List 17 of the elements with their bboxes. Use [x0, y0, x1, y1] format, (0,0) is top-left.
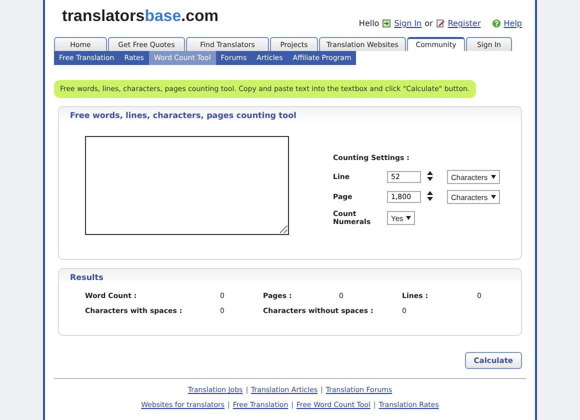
or-text: or — [424, 19, 433, 28]
register-link[interactable]: Register — [448, 19, 481, 28]
spinner-arrows-icon[interactable] — [427, 191, 433, 201]
spinner-arrows-icon[interactable] — [427, 171, 433, 181]
sign-in-link[interactable]: Sign In — [394, 19, 422, 28]
caret-icon — [490, 195, 496, 199]
greeting-text: Hello — [358, 19, 380, 28]
register-icon — [436, 19, 445, 28]
help-link[interactable]: Help — [504, 19, 522, 28]
caret-icon — [406, 216, 412, 220]
site-logo[interactable]: translatorsbase.com — [62, 8, 219, 26]
panel-title: Free words, lines, characters, pages counting tool — [69, 110, 298, 122]
caret-icon — [490, 175, 496, 179]
sign-in-icon — [382, 19, 392, 28]
help-icon — [492, 19, 501, 28]
panel-title: Results — [69, 272, 104, 284]
text-input-area[interactable] — [85, 136, 289, 235]
